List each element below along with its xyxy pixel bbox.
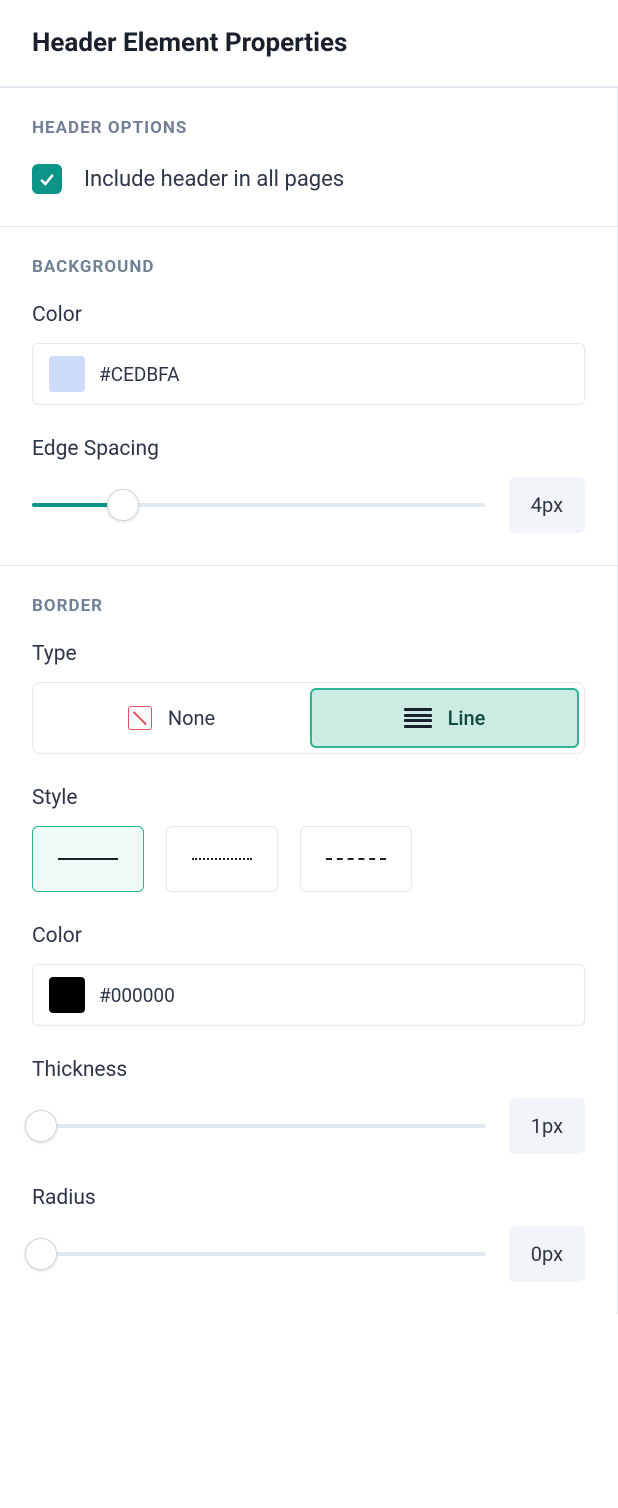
- bg-color-value: #CEDBFA: [99, 363, 180, 386]
- none-icon: [128, 706, 152, 730]
- border-heading: Border: [32, 596, 585, 616]
- include-header-label: Include header in all pages: [84, 167, 344, 192]
- border-type-label: Type: [32, 642, 585, 666]
- slider-track: [32, 1124, 485, 1128]
- border-color-input[interactable]: #000000: [32, 964, 585, 1026]
- radius-slider[interactable]: [32, 1237, 485, 1271]
- thickness-label: Thickness: [32, 1058, 585, 1082]
- section-border: Border Type None Line Style: [0, 566, 617, 1314]
- background-heading: Background: [32, 257, 585, 277]
- section-background: Background Color #CEDBFA Edge Spacing 4p…: [0, 227, 617, 566]
- slider-thumb[interactable]: [25, 1110, 57, 1142]
- radius-value: 0px: [509, 1226, 585, 1282]
- dashed-line-icon: [326, 858, 386, 860]
- thickness-value: 1px: [509, 1098, 585, 1154]
- bg-color-input[interactable]: #CEDBFA: [32, 343, 585, 405]
- edge-spacing-label: Edge Spacing: [32, 437, 585, 461]
- header-options-heading: Header Options: [32, 118, 585, 138]
- bg-color-swatch: [49, 356, 85, 392]
- border-type-none[interactable]: None: [38, 688, 305, 748]
- border-type-group: None Line: [32, 682, 585, 754]
- slider-track: [32, 1252, 485, 1256]
- include-header-checkbox[interactable]: [32, 164, 62, 194]
- border-type-none-label: None: [168, 706, 215, 730]
- border-color-value: #000000: [99, 984, 175, 1007]
- edge-spacing-slider[interactable]: [32, 488, 485, 522]
- solid-line-icon: [58, 858, 118, 860]
- border-color-swatch: [49, 977, 85, 1013]
- dotted-line-icon: [192, 858, 252, 860]
- border-style-label: Style: [32, 786, 585, 810]
- lines-icon: [404, 708, 432, 728]
- edge-spacing-value: 4px: [509, 477, 585, 533]
- panel-title: Header Element Properties: [32, 28, 586, 58]
- bg-color-label: Color: [32, 303, 585, 327]
- border-style-dashed[interactable]: [300, 826, 412, 892]
- border-style-solid[interactable]: [32, 826, 144, 892]
- slider-thumb[interactable]: [107, 489, 139, 521]
- section-header-options: Header Options Include header in all pag…: [0, 88, 617, 227]
- border-type-line-label: Line: [448, 706, 486, 730]
- border-style-dotted[interactable]: [166, 826, 278, 892]
- border-color-label: Color: [32, 924, 585, 948]
- border-style-group: [32, 826, 585, 892]
- radius-label: Radius: [32, 1186, 585, 1210]
- border-type-line[interactable]: Line: [310, 688, 579, 748]
- thickness-slider[interactable]: [32, 1109, 485, 1143]
- check-icon: [37, 169, 57, 189]
- slider-thumb[interactable]: [25, 1238, 57, 1270]
